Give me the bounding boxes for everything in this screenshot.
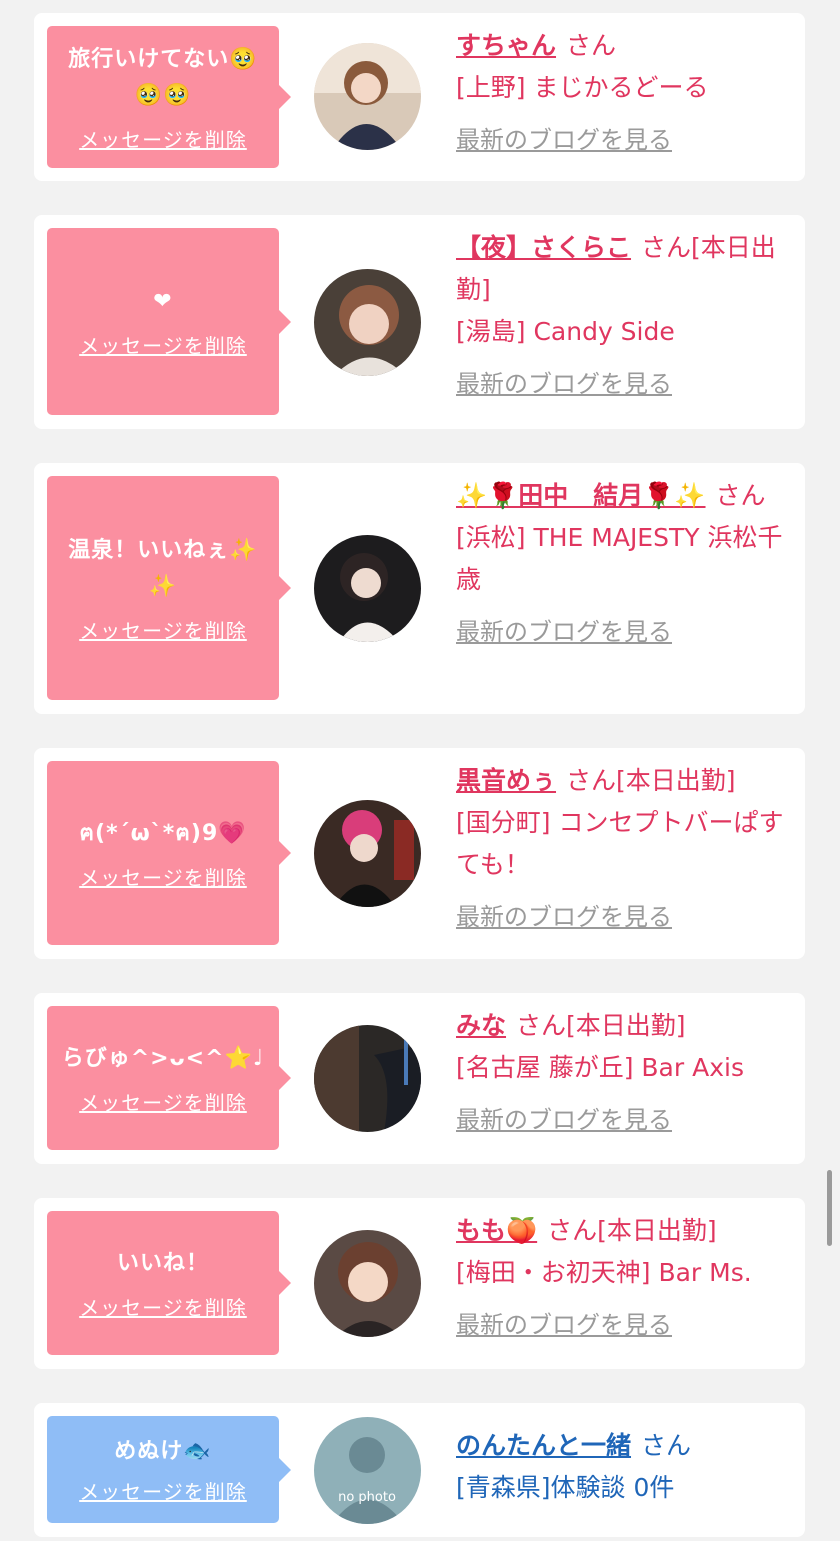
message-text: いいね！ — [116, 1250, 209, 1276]
message-card: 旅行いけてない🥹🥹🥹 メッセージを削除 すちゃん さん [上野] まじかるどーる … — [34, 13, 805, 181]
user-info: ✨🌹田中 結月🌹✨ さん [浜松] THE MAJESTY 浜松千歳 最新のブログ… — [456, 475, 796, 653]
user-name-link[interactable]: すちゃん — [456, 31, 556, 60]
user-info: 黒音めぅ さん[本日出勤] [国分町] コンセプトバーぱすても！ 最新のブログを見… — [456, 760, 796, 938]
message-list: 旅行いけてない🥹🥹🥹 メッセージを削除 すちゃん さん [上野] まじかるどーる … — [0, 0, 840, 1541]
avatar[interactable]: no photo — [314, 1417, 421, 1524]
blog-link[interactable]: 最新のブログを見る — [456, 363, 796, 405]
user-name-link[interactable]: 黒音めぅ — [456, 766, 556, 795]
scrollbar[interactable] — [827, 1170, 832, 1246]
avatar[interactable] — [314, 535, 421, 642]
user-name-link[interactable]: ✨🌹田中 結月🌹✨ — [456, 481, 706, 510]
delete-message-link[interactable]: メッセージを削除 — [79, 615, 247, 644]
user-info: みな さん[本日出勤] [名古屋 藤が丘] Bar Axis 最新のブログを見る — [456, 1005, 796, 1141]
shop-name: [上野] まじかるどーる — [456, 73, 709, 102]
shop-name: [浜松] THE MAJESTY 浜松千歳 — [456, 523, 783, 594]
avatar[interactable] — [314, 1025, 421, 1132]
message-text: 旅行いけてない🥹🥹🥹 — [68, 46, 258, 108]
message-bubble: 温泉！いいねぇ✨✨ メッセージを削除 — [47, 476, 279, 700]
user-name-link[interactable]: みな — [456, 1011, 506, 1040]
shop-name: [青森県]体験談 0件 — [456, 1473, 675, 1502]
delete-message-link[interactable]: メッセージを削除 — [79, 862, 247, 891]
message-card: ❤ メッセージを削除 【夜】さくらこ さん[本日出勤] [湯島] Candy Si… — [34, 215, 805, 429]
user-info: もも🍑 さん[本日出勤] [梅田・お初天神] Bar Ms. 最新のブログを見る — [456, 1210, 796, 1346]
message-bubble: めぬけ🐟 メッセージを削除 — [47, 1416, 279, 1523]
blog-link[interactable]: 最新のブログを見る — [456, 1304, 796, 1346]
message-card: らびゅ^>ᴗ<^⭐️♩ メッセージを削除 みな さん[本日出勤] [名古屋 藤が丘… — [34, 993, 805, 1164]
shop-name: [国分町] コンセプトバーぱすても！ — [456, 808, 784, 879]
message-text: ฅ(*´ω`*ฅ)9💗 — [79, 820, 247, 846]
blog-link[interactable]: 最新のブログを見る — [456, 611, 796, 653]
shop-name: [湯島] Candy Side — [456, 317, 675, 346]
user-info: すちゃん さん [上野] まじかるどーる 最新のブログを見る — [456, 25, 796, 161]
delete-message-link[interactable]: メッセージを削除 — [79, 330, 247, 359]
user-name-link[interactable]: のんたんと一緒 — [456, 1431, 631, 1460]
shop-name: [名古屋 藤が丘] Bar Axis — [456, 1053, 744, 1082]
message-bubble: ❤ メッセージを削除 — [47, 228, 279, 415]
no-photo-text: no photo — [338, 1490, 396, 1505]
user-name-link[interactable]: もも🍑 — [456, 1216, 537, 1245]
message-bubble: いいね！ メッセージを削除 — [47, 1211, 279, 1355]
avatar[interactable] — [314, 43, 421, 150]
user-info: 【夜】さくらこ さん[本日出勤] [湯島] Candy Side 最新のブログを見… — [456, 227, 796, 405]
blog-link[interactable]: 最新のブログを見る — [456, 1099, 796, 1141]
user-info: のんたんと一緒 さん [青森県]体験談 0件 — [456, 1425, 796, 1509]
message-text: ❤ — [153, 289, 173, 314]
message-card: ฅ(*´ω`*ฅ)9💗 メッセージを削除 黒音めぅ さん[本日出勤] [国分町] … — [34, 748, 805, 959]
avatar[interactable] — [314, 800, 421, 907]
delete-message-link[interactable]: メッセージを削除 — [79, 1292, 247, 1321]
shop-name: [梅田・お初天神] Bar Ms. — [456, 1258, 752, 1287]
message-text: めぬけ🐟 — [114, 1439, 212, 1464]
avatar[interactable] — [314, 269, 421, 376]
blog-link[interactable]: 最新のブログを見る — [456, 119, 796, 161]
blog-link[interactable]: 最新のブログを見る — [456, 896, 796, 938]
user-name-link[interactable]: 【夜】さくらこ — [456, 233, 631, 262]
message-card: めぬけ🐟 メッセージを削除 no photo のんたんと一緒 さん [青森県]体験… — [34, 1403, 805, 1537]
delete-message-link[interactable]: メッセージを削除 — [79, 1087, 247, 1116]
message-card: いいね！ メッセージを削除 もも🍑 さん[本日出勤] [梅田・お初天神] Bar … — [34, 1198, 805, 1369]
message-text: 温泉！いいねぇ✨✨ — [68, 537, 258, 599]
message-bubble: らびゅ^>ᴗ<^⭐️♩ メッセージを削除 — [47, 1006, 279, 1150]
delete-message-link[interactable]: メッセージを削除 — [79, 1476, 247, 1505]
avatar[interactable] — [314, 1230, 421, 1337]
message-bubble: ฅ(*´ω`*ฅ)9💗 メッセージを削除 — [47, 761, 279, 945]
message-text: らびゅ^>ᴗ<^⭐️♩ — [61, 1045, 265, 1071]
message-bubble: 旅行いけてない🥹🥹🥹 メッセージを削除 — [47, 26, 279, 168]
delete-message-link[interactable]: メッセージを削除 — [79, 124, 247, 153]
message-card: 温泉！いいねぇ✨✨ メッセージを削除 ✨🌹田中 結月🌹✨ さん [浜松] THE … — [34, 463, 805, 714]
